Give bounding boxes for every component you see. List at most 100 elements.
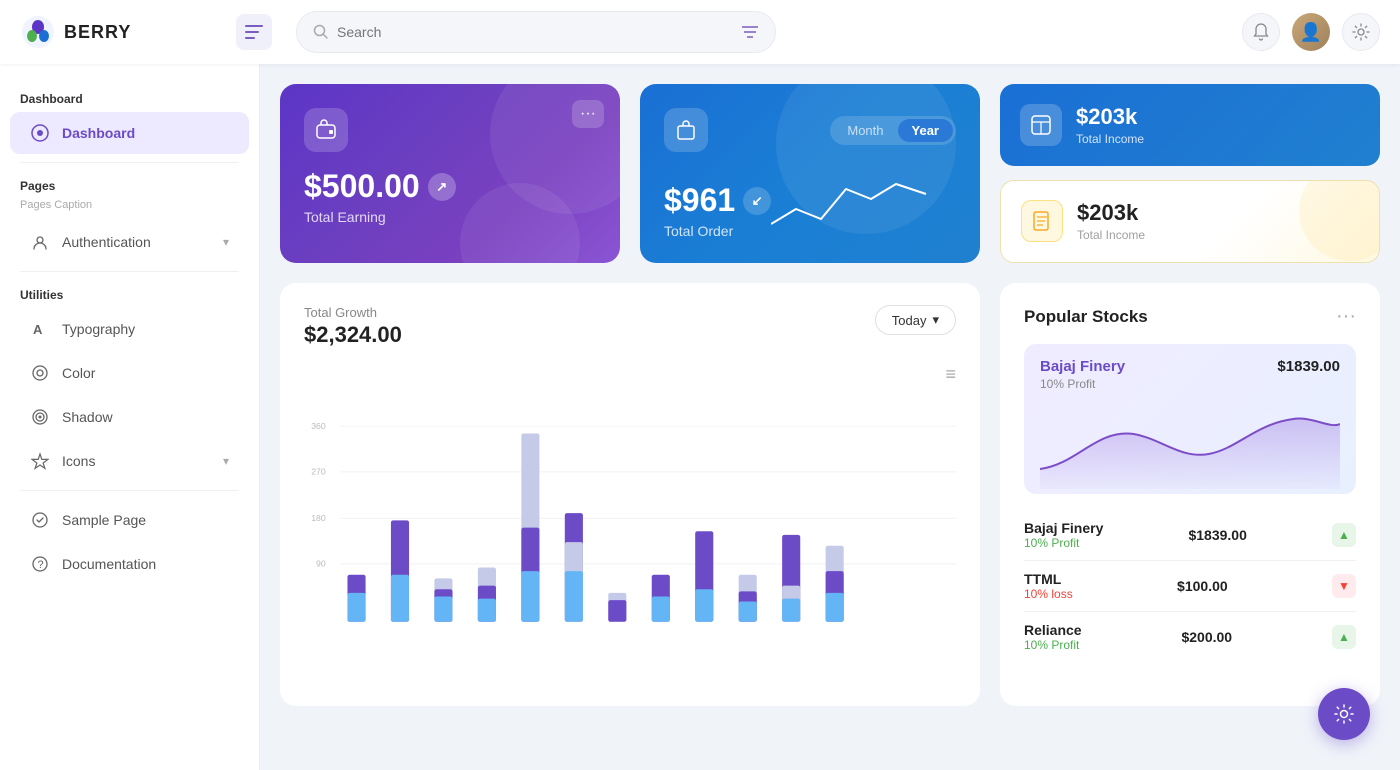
sidebar-section-dashboard: Dashboard xyxy=(0,84,259,110)
today-chevron: ▾ xyxy=(932,312,939,328)
table-icon xyxy=(1030,114,1052,136)
gear-icon xyxy=(1352,23,1370,41)
sidebar-divider-3 xyxy=(20,490,239,491)
bajaj-top: Bajaj Finery $1839.00 xyxy=(1040,358,1340,375)
sidebar-item-sample-page[interactable]: Sample Page xyxy=(10,499,249,541)
sidebar-divider-1 xyxy=(20,162,239,163)
hamburger-button[interactable] xyxy=(236,14,272,50)
bajaj-row-name: Bajaj Finery xyxy=(1024,520,1103,536)
sidebar-item-shadow[interactable]: Shadow xyxy=(10,396,249,438)
color-icon xyxy=(30,363,50,383)
search-filter-button[interactable] xyxy=(741,24,759,40)
bajaj-trend-badge: ▲ xyxy=(1332,523,1356,547)
right-panel: $203k Total Income $203k xyxy=(1000,84,1380,263)
bajaj-highlight-price: $1839.00 xyxy=(1277,358,1340,375)
svg-text:180: 180 xyxy=(311,513,326,523)
header-right: 👤 xyxy=(1242,13,1380,51)
bajaj-profit: 10% Profit xyxy=(1040,377,1340,391)
reliance-row-name: Reliance xyxy=(1024,622,1082,638)
sidebar-item-dashboard[interactable]: Dashboard xyxy=(10,112,249,154)
sidebar-item-icons[interactable]: Icons ▾ xyxy=(10,440,249,482)
svg-text:A: A xyxy=(33,322,43,337)
sidebar-item-color[interactable]: Color xyxy=(10,352,249,394)
growth-amount: $2,324.00 xyxy=(304,322,402,348)
sidebar-pages-caption: Pages Caption xyxy=(0,197,259,219)
color-label: Color xyxy=(62,365,229,381)
sidebar-item-documentation[interactable]: ? Documentation xyxy=(10,543,249,585)
bar-chart-svg: 360 270 180 90 xyxy=(304,364,956,684)
icons-icon xyxy=(30,451,50,471)
avatar[interactable]: 👤 xyxy=(1292,13,1330,51)
income-blue-value: $203k xyxy=(1076,104,1144,130)
fab-gear-icon xyxy=(1333,703,1355,725)
search-input[interactable] xyxy=(337,24,733,40)
reliance-row-price: $200.00 xyxy=(1181,629,1232,645)
bajaj-name: Bajaj Finery xyxy=(1040,358,1125,375)
chart-area: ≡ 360 270 180 90 xyxy=(304,364,956,684)
ttml-info: TTML 10% loss xyxy=(1024,571,1073,601)
stocks-header: Popular Stocks ··· xyxy=(1024,305,1356,328)
header: BERRY 👤 xyxy=(0,0,1400,64)
sidebar-section-pages: Pages xyxy=(0,171,259,197)
search-bar xyxy=(296,11,776,53)
earning-label: Total Earning xyxy=(304,209,596,225)
settings-button[interactable] xyxy=(1342,13,1380,51)
growth-title: Total Growth xyxy=(304,305,402,320)
sample-page-icon xyxy=(30,510,50,530)
ttml-trend-badge: ▼ xyxy=(1332,574,1356,598)
filter-icon xyxy=(741,24,759,40)
bajaj-highlight-card: Bajaj Finery $1839.00 10% Profit xyxy=(1024,344,1356,494)
ttml-row-name: TTML xyxy=(1024,571,1073,587)
order-icon-badge xyxy=(664,108,708,152)
income-yellow-info: $203k Total Income xyxy=(1077,200,1145,242)
sidebar: Dashboard Dashboard Pages Pages Caption … xyxy=(0,64,260,770)
order-amount: $961 ↙ xyxy=(664,182,771,219)
sidebar-item-authentication[interactable]: Authentication ▾ xyxy=(10,221,249,263)
hamburger-icon xyxy=(245,25,263,39)
growth-info: Total Growth $2,324.00 xyxy=(304,305,402,348)
today-filter-button[interactable]: Today ▾ xyxy=(875,305,956,335)
earning-trend-badge: ↗ xyxy=(428,173,456,201)
stock-row-reliance: Reliance 10% Profit $200.00 ▲ xyxy=(1024,612,1356,662)
fab-settings-button[interactable] xyxy=(1318,688,1370,740)
dashboard-label: Dashboard xyxy=(62,125,229,141)
reliance-row-sub: 10% Profit xyxy=(1024,638,1082,652)
order-label: Total Order xyxy=(664,223,771,239)
sidebar-item-typography[interactable]: A Typography xyxy=(10,308,249,350)
shadow-label: Shadow xyxy=(62,409,229,425)
documentation-label: Documentation xyxy=(62,556,229,572)
sidebar-section-utilities: Utilities xyxy=(0,280,259,306)
logo-icon xyxy=(20,14,56,50)
year-pill[interactable]: Year xyxy=(898,119,953,142)
sample-page-label: Sample Page xyxy=(62,512,229,528)
stocks-more-button[interactable]: ··· xyxy=(1336,305,1356,328)
icons-chevron: ▾ xyxy=(223,454,229,468)
icons-label: Icons xyxy=(62,453,211,469)
typography-label: Typography xyxy=(62,321,229,337)
order-card-bottom: $961 ↙ Total Order xyxy=(664,164,956,239)
chart-menu-icon[interactable]: ≡ xyxy=(945,364,956,385)
bottom-row: Total Growth $2,324.00 Today ▾ ≡ xyxy=(280,283,1380,706)
order-mini-chart xyxy=(771,164,956,239)
total-order-card: Month Year $961 ↙ Total Order xyxy=(640,84,980,263)
bajaj-row-sub: 10% Profit xyxy=(1024,536,1103,550)
svg-text:90: 90 xyxy=(316,559,326,569)
top-cards: ··· $500.00 ↗ Total Earning xyxy=(280,84,1380,263)
notification-button[interactable] xyxy=(1242,13,1280,51)
search-icon xyxy=(313,24,329,40)
svg-text:360: 360 xyxy=(311,421,326,431)
authentication-chevron: ▾ xyxy=(223,235,229,249)
main-layout: Dashboard Dashboard Pages Pages Caption … xyxy=(0,64,1400,770)
earning-more-button[interactable]: ··· xyxy=(572,100,604,128)
stock-row-ttml: TTML 10% loss $100.00 ▼ xyxy=(1024,561,1356,612)
documentation-icon: ? xyxy=(30,554,50,574)
month-pill[interactable]: Month xyxy=(833,119,897,142)
dashboard-icon xyxy=(30,123,50,143)
svg-text:270: 270 xyxy=(311,467,326,477)
authentication-label: Authentication xyxy=(62,234,211,250)
bajaj-mini-chart xyxy=(1040,399,1340,489)
wallet-icon xyxy=(315,119,337,141)
logo-text: BERRY xyxy=(64,22,131,43)
bajaj-row-price: $1839.00 xyxy=(1188,527,1246,543)
bell-icon xyxy=(1252,23,1270,41)
